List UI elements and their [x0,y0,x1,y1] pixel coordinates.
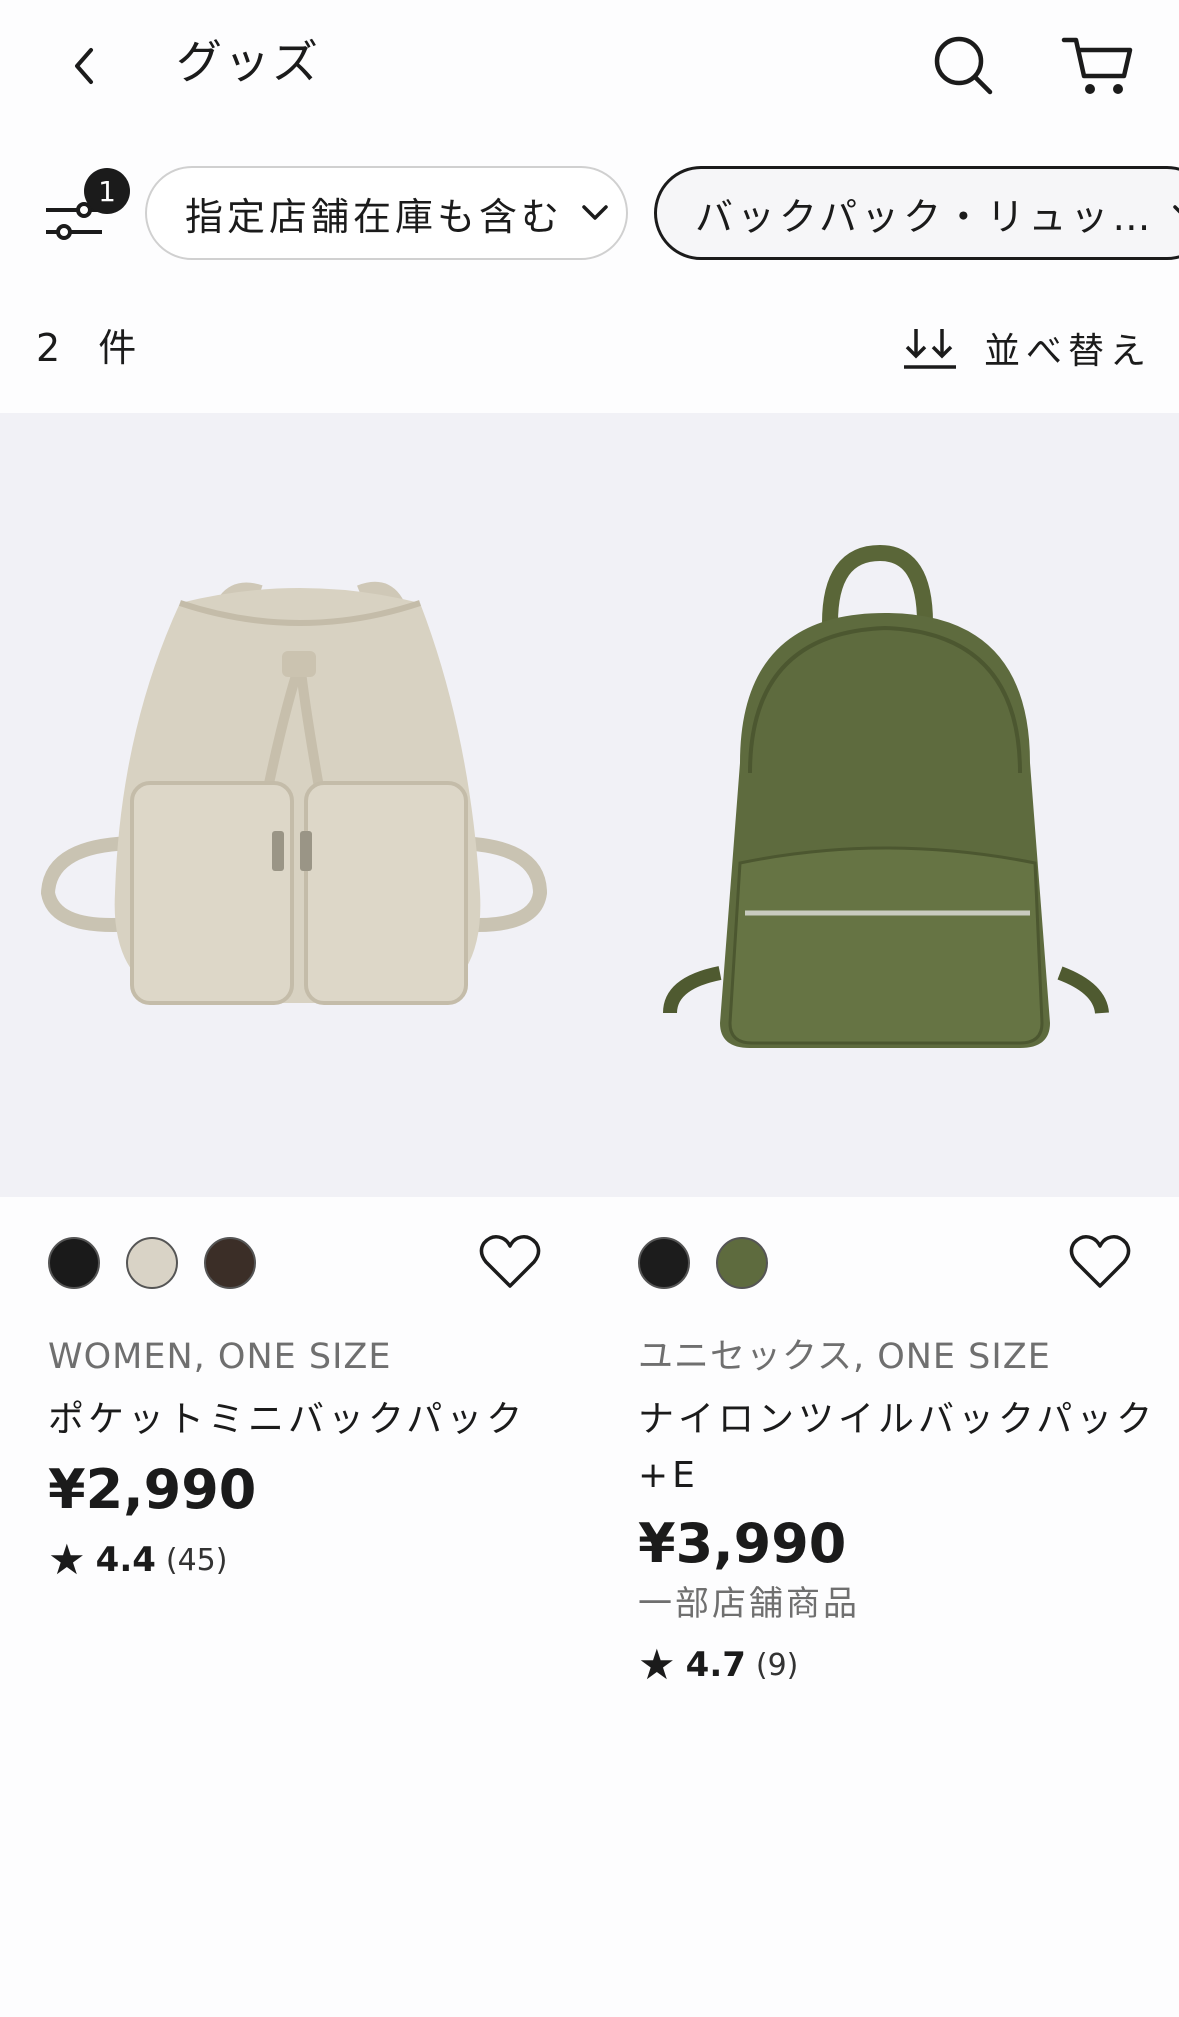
result-count-number: 2 [36,326,65,370]
rating-score: 4.7 [685,1645,746,1685]
color-swatch-black[interactable] [638,1237,690,1289]
product-price: ¥3,990 [638,1512,847,1575]
favorite-button[interactable] [1068,1232,1132,1292]
chevron-down-icon [582,205,608,220]
product-rating: ★ 4.4 (45) [48,1535,227,1585]
product-meta: WOMEN, ONE SIZE [48,1337,392,1377]
color-swatch-olive[interactable] [716,1237,768,1289]
review-count: (9) [755,1647,799,1683]
chevron-left-icon [75,48,93,84]
sort-button[interactable]: 並べ替え [902,318,1152,378]
store-stock-filter-chip[interactable]: 指定店舗在庫も含む [145,166,628,260]
filter-button[interactable]: 1 [38,168,138,258]
availability-note: 一部店舗商品 [638,1584,860,1624]
review-count: (45) [165,1542,228,1578]
favorite-button[interactable] [478,1232,542,1292]
product-price: ¥2,990 [48,1458,257,1521]
heart-icon [1069,1235,1131,1288]
category-filter-chip[interactable]: バックパック・リュッ… [654,166,1179,260]
color-swatch-brown[interactable] [204,1237,256,1289]
product-image[interactable] [0,413,589,1197]
product-name-suffix[interactable]: +E [638,1448,699,1504]
search-button[interactable] [928,30,998,100]
product-rating: ★ 4.7 (9) [638,1640,798,1690]
product-image[interactable] [590,413,1179,1197]
back-button[interactable] [56,38,112,94]
backpack-image [40,581,548,1005]
product-name[interactable]: ナイロンツイルバックパック [638,1392,1156,1448]
chevron-down-icon [1173,205,1179,214]
heart-icon [479,1235,541,1288]
cart-icon [1061,37,1133,94]
color-swatch-black[interactable] [48,1237,100,1289]
search-icon [934,36,993,95]
sort-icon [904,329,956,369]
product-name[interactable]: ポケットミニバックパック [48,1392,526,1448]
store-stock-filter-label: 指定店舗在庫も含む [185,194,564,239]
page-title: グッズ [176,35,320,89]
backpack-image [663,544,1109,1048]
result-count-unit: 件 [98,326,141,370]
sort-label: 並べ替え [984,331,1153,372]
filter-count-badge: 1 [84,168,130,214]
star-icon: ★ [48,1535,86,1584]
result-count: 2 件 [36,320,140,376]
rating-score: 4.4 [95,1540,156,1580]
star-icon: ★ [638,1640,676,1689]
product-meta: ユニセックス, ONE SIZE [638,1337,1051,1377]
cart-button[interactable] [1058,30,1138,100]
color-swatch-beige[interactable] [126,1237,178,1289]
category-filter-label: バックパック・リュッ… [695,194,1155,239]
